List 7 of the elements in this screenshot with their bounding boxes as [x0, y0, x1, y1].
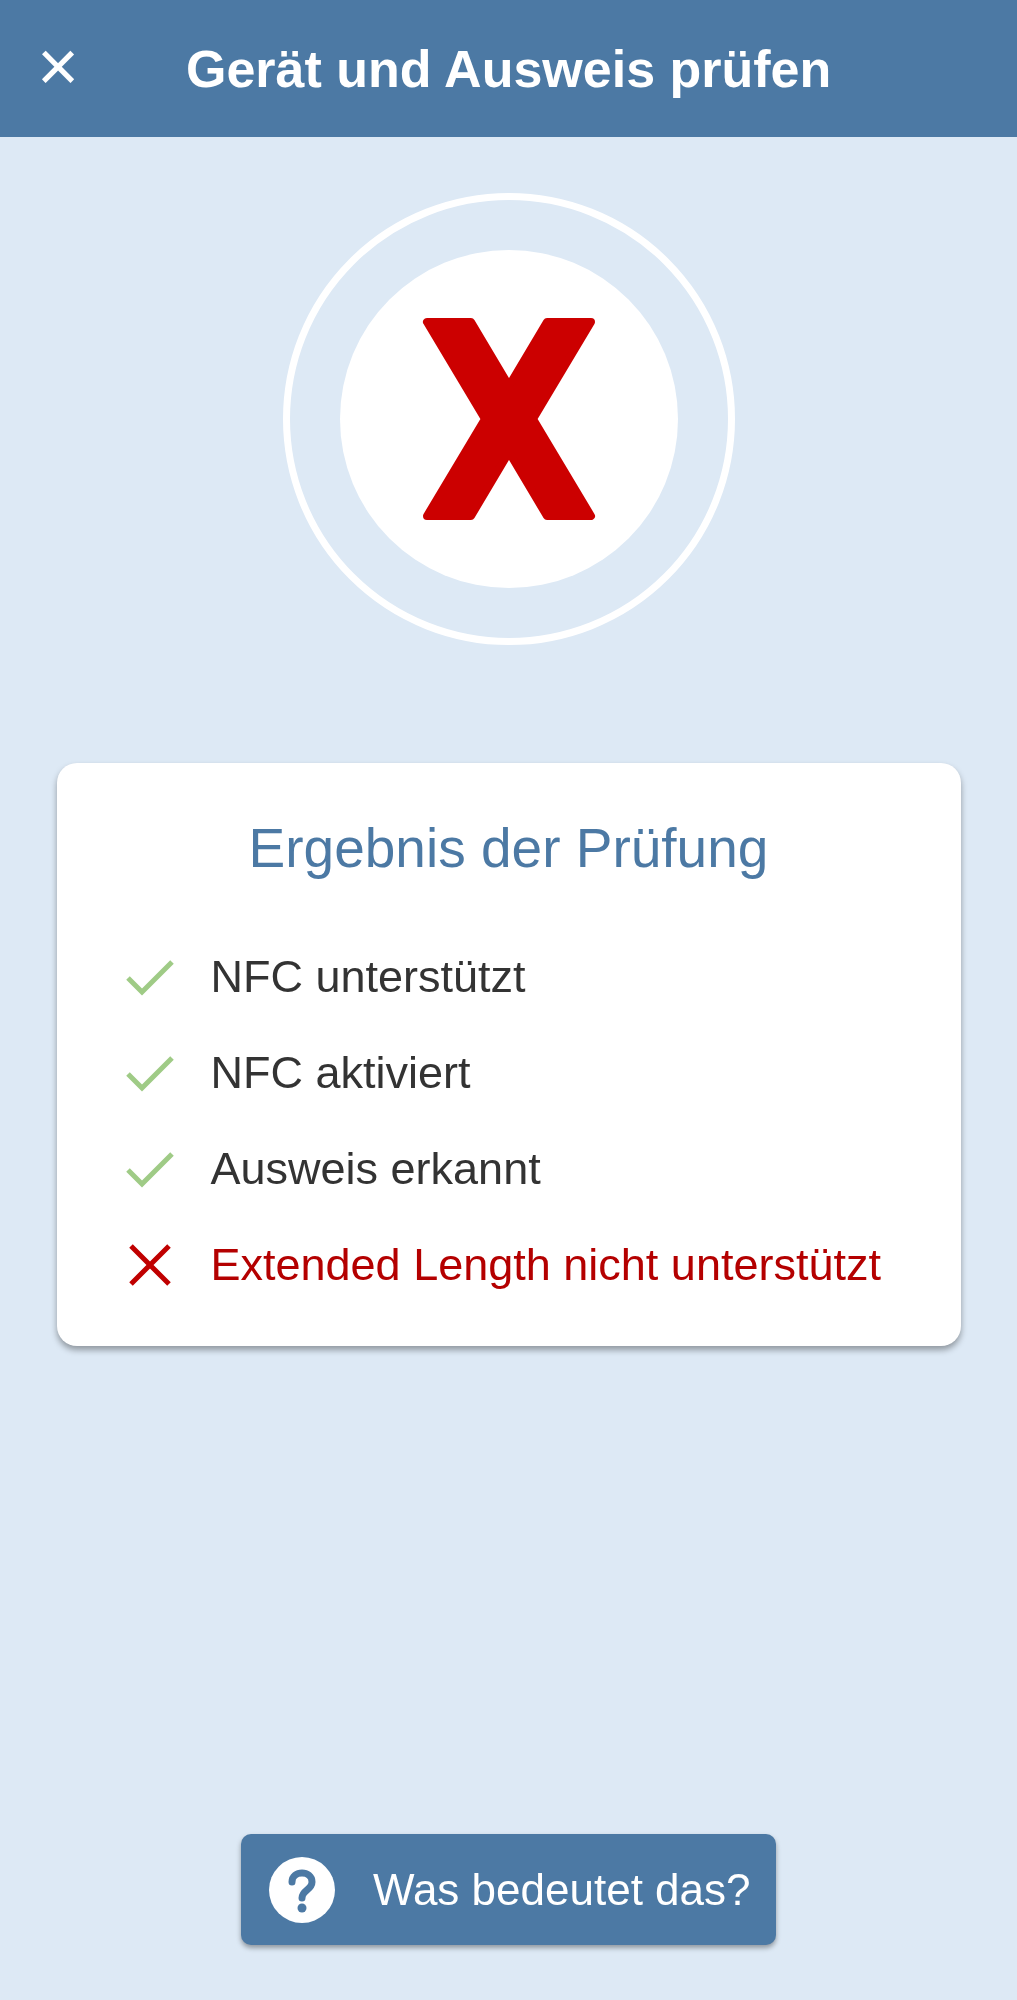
close-button[interactable]: ×	[28, 36, 88, 96]
check-result-text: Ausweis erkannt	[210, 1146, 541, 1192]
check-result-text: NFC unterstützt	[210, 954, 526, 1000]
help-button[interactable]: Was bedeutet das?	[241, 1834, 776, 1945]
check-result-text: NFC aktiviert	[210, 1050, 471, 1096]
check-result-text: Extended Length nicht unterstützt	[210, 1242, 881, 1288]
help-icon	[269, 1856, 335, 1923]
